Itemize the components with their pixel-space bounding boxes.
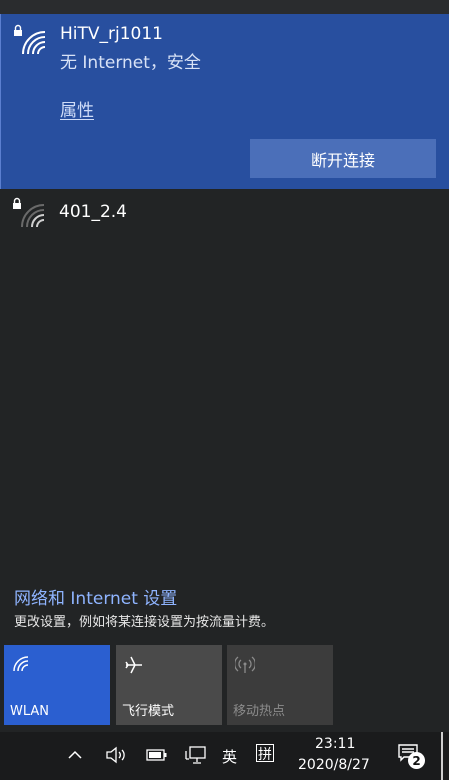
tile-label: WLAN [10, 704, 50, 719]
chevron-up-icon[interactable] [67, 748, 83, 762]
properties-link[interactable]: 属性 [60, 96, 94, 121]
settings-description: 更改设置，例如将某连接设置为按流量计费。 [14, 615, 275, 630]
connection-status: 无 Internet，安全 [60, 53, 201, 73]
notification-count-badge: 2 [408, 752, 425, 769]
ime-mode-indicator[interactable]: 拼 [256, 744, 274, 763]
wlan-toggle-tile[interactable]: WLAN [4, 645, 110, 725]
volume-icon[interactable] [105, 746, 127, 764]
clock-time[interactable]: 23:11 [315, 736, 355, 752]
wifi-icon [21, 204, 45, 228]
wifi-icon [13, 656, 29, 672]
connected-network-panel[interactable]: HiTV_rj1011 无 Internet，安全 属性 断开连接 [0, 14, 449, 189]
disconnect-button[interactable]: 断开连接 [250, 139, 436, 178]
wifi-icon [22, 31, 46, 55]
network-list-item[interactable]: 401_2.4 [0, 190, 449, 236]
hotspot-icon [235, 656, 255, 673]
tile-label: 飞行模式 [122, 704, 175, 719]
mobile-hotspot-tile[interactable]: 移动热点 [227, 645, 333, 725]
airplane-icon [125, 656, 142, 674]
tile-label: 移动热点 [233, 704, 286, 719]
clock-date[interactable]: 2020/8/27 [298, 757, 370, 773]
network-settings-link[interactable]: 网络和 Internet 设置 [14, 584, 177, 609]
airplane-mode-tile[interactable]: 飞行模式 [116, 645, 222, 725]
battery-icon[interactable] [146, 749, 168, 761]
ime-mode-label: 拼 [258, 747, 272, 763]
ime-language-indicator[interactable]: 英 [222, 746, 237, 767]
network-ssid: 401_2.4 [59, 202, 127, 222]
top-strip [0, 0, 449, 14]
show-desktop-button[interactable] [441, 732, 443, 780]
connected-ssid: HiTV_rj1011 [60, 24, 163, 44]
network-status-icon[interactable] [185, 745, 207, 765]
